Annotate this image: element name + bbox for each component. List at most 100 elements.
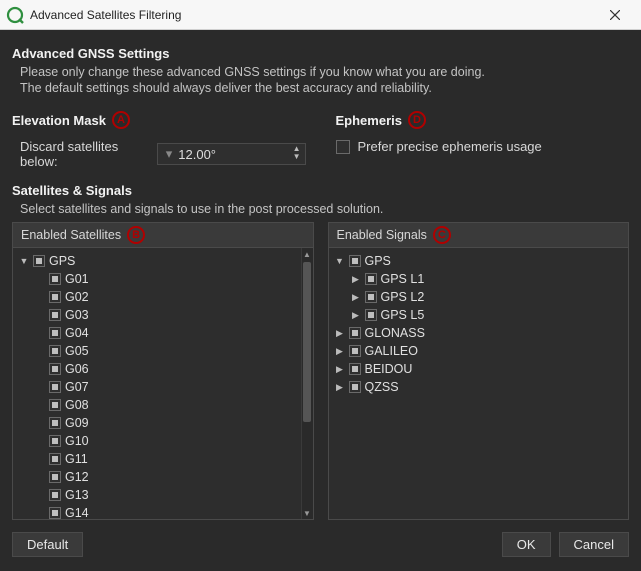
gnss-section-title: Advanced GNSS Settings [12,46,629,61]
tree-row-g02[interactable]: G02 [13,288,303,306]
elevation-spinbox[interactable]: ▾ 12.00° ▲ ▼ [157,143,306,165]
tree-checkbox[interactable] [349,345,361,357]
tree-label: G13 [65,488,89,502]
tree-label: GALILEO [365,344,419,358]
tree-row-g10[interactable]: G10 [13,432,303,450]
twisty-icon: ▶ [351,292,361,303]
tree-row-g06[interactable]: G06 [13,360,303,378]
tree-label: G12 [65,470,89,484]
tree-checkbox[interactable] [49,471,61,483]
satsig-desc: Select satellites and signals to use in … [20,202,629,216]
tree-label: G10 [65,434,89,448]
badge-d: D [408,111,426,129]
tree-label: GPS L1 [381,272,425,286]
scroll-down-icon[interactable]: ▼ [302,507,313,519]
tree-row-g04[interactable]: G04 [13,324,303,342]
close-button[interactable] [595,0,635,30]
discard-label: Discard satellites below: [20,139,149,169]
close-icon [610,10,620,20]
enabled-satellites-header: Enabled Satellites B [13,223,313,248]
tree-row-qzss[interactable]: ▶QZSS [329,378,629,396]
tree-row-g12[interactable]: G12 [13,468,303,486]
scrollbar-thumb[interactable] [303,262,311,422]
tree-row-gps[interactable]: ▼GPS [13,252,303,270]
titlebar: Advanced Satellites Filtering [0,0,641,30]
enabled-signals-header: Enabled Signals C [329,223,629,248]
tree-row-galileo[interactable]: ▶ GALILEO [329,342,629,360]
tree-row-g14[interactable]: G14 [13,504,303,519]
tree-label: G08 [65,398,89,412]
enabled-signals-header-text: Enabled Signals [337,228,427,242]
tree-label: GPS L5 [381,308,425,322]
tree-row-g13[interactable]: G13 [13,486,303,504]
elevation-title: Elevation Mask A [12,111,306,129]
gnss-desc-2: The default settings should always deliv… [20,81,629,95]
tree-checkbox[interactable] [365,291,377,303]
satellites-scrollbar[interactable]: ▲ ▼ [301,248,313,519]
twisty-icon: ▶ [351,310,361,321]
cancel-button[interactable]: Cancel [559,532,629,557]
enabled-satellites-tree[interactable]: ▼GPS G01 G02 G03 G04 G05 G06 G07 G08 G09 G10 G11 G12… [13,248,303,519]
tree-row-g08[interactable]: G08 [13,396,303,414]
tree-label: G14 [65,506,89,519]
ok-button[interactable]: OK [502,532,551,557]
satsig-title: Satellites & Signals [12,183,629,198]
twisty-icon: ▼ [19,256,29,266]
tree-row-gps[interactable]: ▼GPS [329,252,629,270]
tree-checkbox[interactable] [365,309,377,321]
tree-checkbox[interactable] [349,327,361,339]
tree-row-g03[interactable]: G03 [13,306,303,324]
tree-checkbox[interactable] [49,345,61,357]
tree-label: G04 [65,326,89,340]
tree-row-gps-l5[interactable]: ▶ GPS L5 [329,306,629,324]
ephemeris-checkbox-label: Prefer precise ephemeris usage [358,139,542,154]
ephemeris-checkbox[interactable] [336,140,350,154]
window-title: Advanced Satellites Filtering [30,8,595,22]
tree-row-glonass[interactable]: ▶GLONASS [329,324,629,342]
tree-row-g07[interactable]: G07 [13,378,303,396]
tree-checkbox[interactable] [49,363,61,375]
scroll-up-icon[interactable]: ▲ [302,248,313,260]
tree-checkbox[interactable] [49,435,61,447]
tree-label: G05 [65,344,89,358]
tree-checkbox[interactable] [49,309,61,321]
twisty-icon: ▶ [335,346,345,357]
tree-checkbox[interactable] [33,255,45,267]
tree-checkbox[interactable] [49,291,61,303]
tree-checkbox[interactable] [349,381,361,393]
tree-label: G01 [65,272,89,286]
tree-checkbox[interactable] [49,417,61,429]
tree-checkbox[interactable] [49,273,61,285]
tree-label: BEIDOU [365,362,413,376]
spinbox-down-icon[interactable]: ▼ [293,154,301,162]
default-button[interactable]: Default [12,532,83,557]
tree-checkbox[interactable] [365,273,377,285]
tree-row-gps-l2[interactable]: ▶ GPS L2 [329,288,629,306]
tree-row-beidou[interactable]: ▶BEIDOU [329,360,629,378]
tree-checkbox[interactable] [49,489,61,501]
tree-row-g11[interactable]: G11 [13,450,303,468]
tree-checkbox[interactable] [49,381,61,393]
tree-row-gps-l1[interactable]: ▶GPS L1 [329,270,629,288]
tree-row-g09[interactable]: G09 [13,414,303,432]
tree-checkbox[interactable] [49,327,61,339]
tree-label: GLONASS [365,326,425,340]
tree-checkbox[interactable] [49,399,61,411]
enabled-signals-tree[interactable]: ▼GPS▶GPS L1▶GPS L2▶GPS L5▶GLONASS▶GALILE… [329,248,629,519]
tree-label: GPS L2 [381,290,425,304]
tree-label: G02 [65,290,89,304]
tree-checkbox[interactable] [349,363,361,375]
tree-row-g05[interactable]: G05 [13,342,303,360]
tree-label: G06 [65,362,89,376]
tree-row-g01[interactable]: G01 [13,270,303,288]
twisty-icon: ▶ [335,382,345,393]
ephemeris-title-text: Ephemeris [336,113,402,128]
elevation-title-text: Elevation Mask [12,113,106,128]
ephemeris-title: Ephemeris D [336,111,630,129]
tree-checkbox[interactable] [49,507,61,519]
enabled-signals-panel: Enabled Signals C ▼GPS▶GPS L1▶GPS L2▶GPS… [328,222,630,520]
tree-checkbox[interactable] [349,255,361,267]
spinbox-arrows[interactable]: ▲ ▼ [293,146,301,162]
tree-label: G09 [65,416,89,430]
tree-checkbox[interactable] [49,453,61,465]
